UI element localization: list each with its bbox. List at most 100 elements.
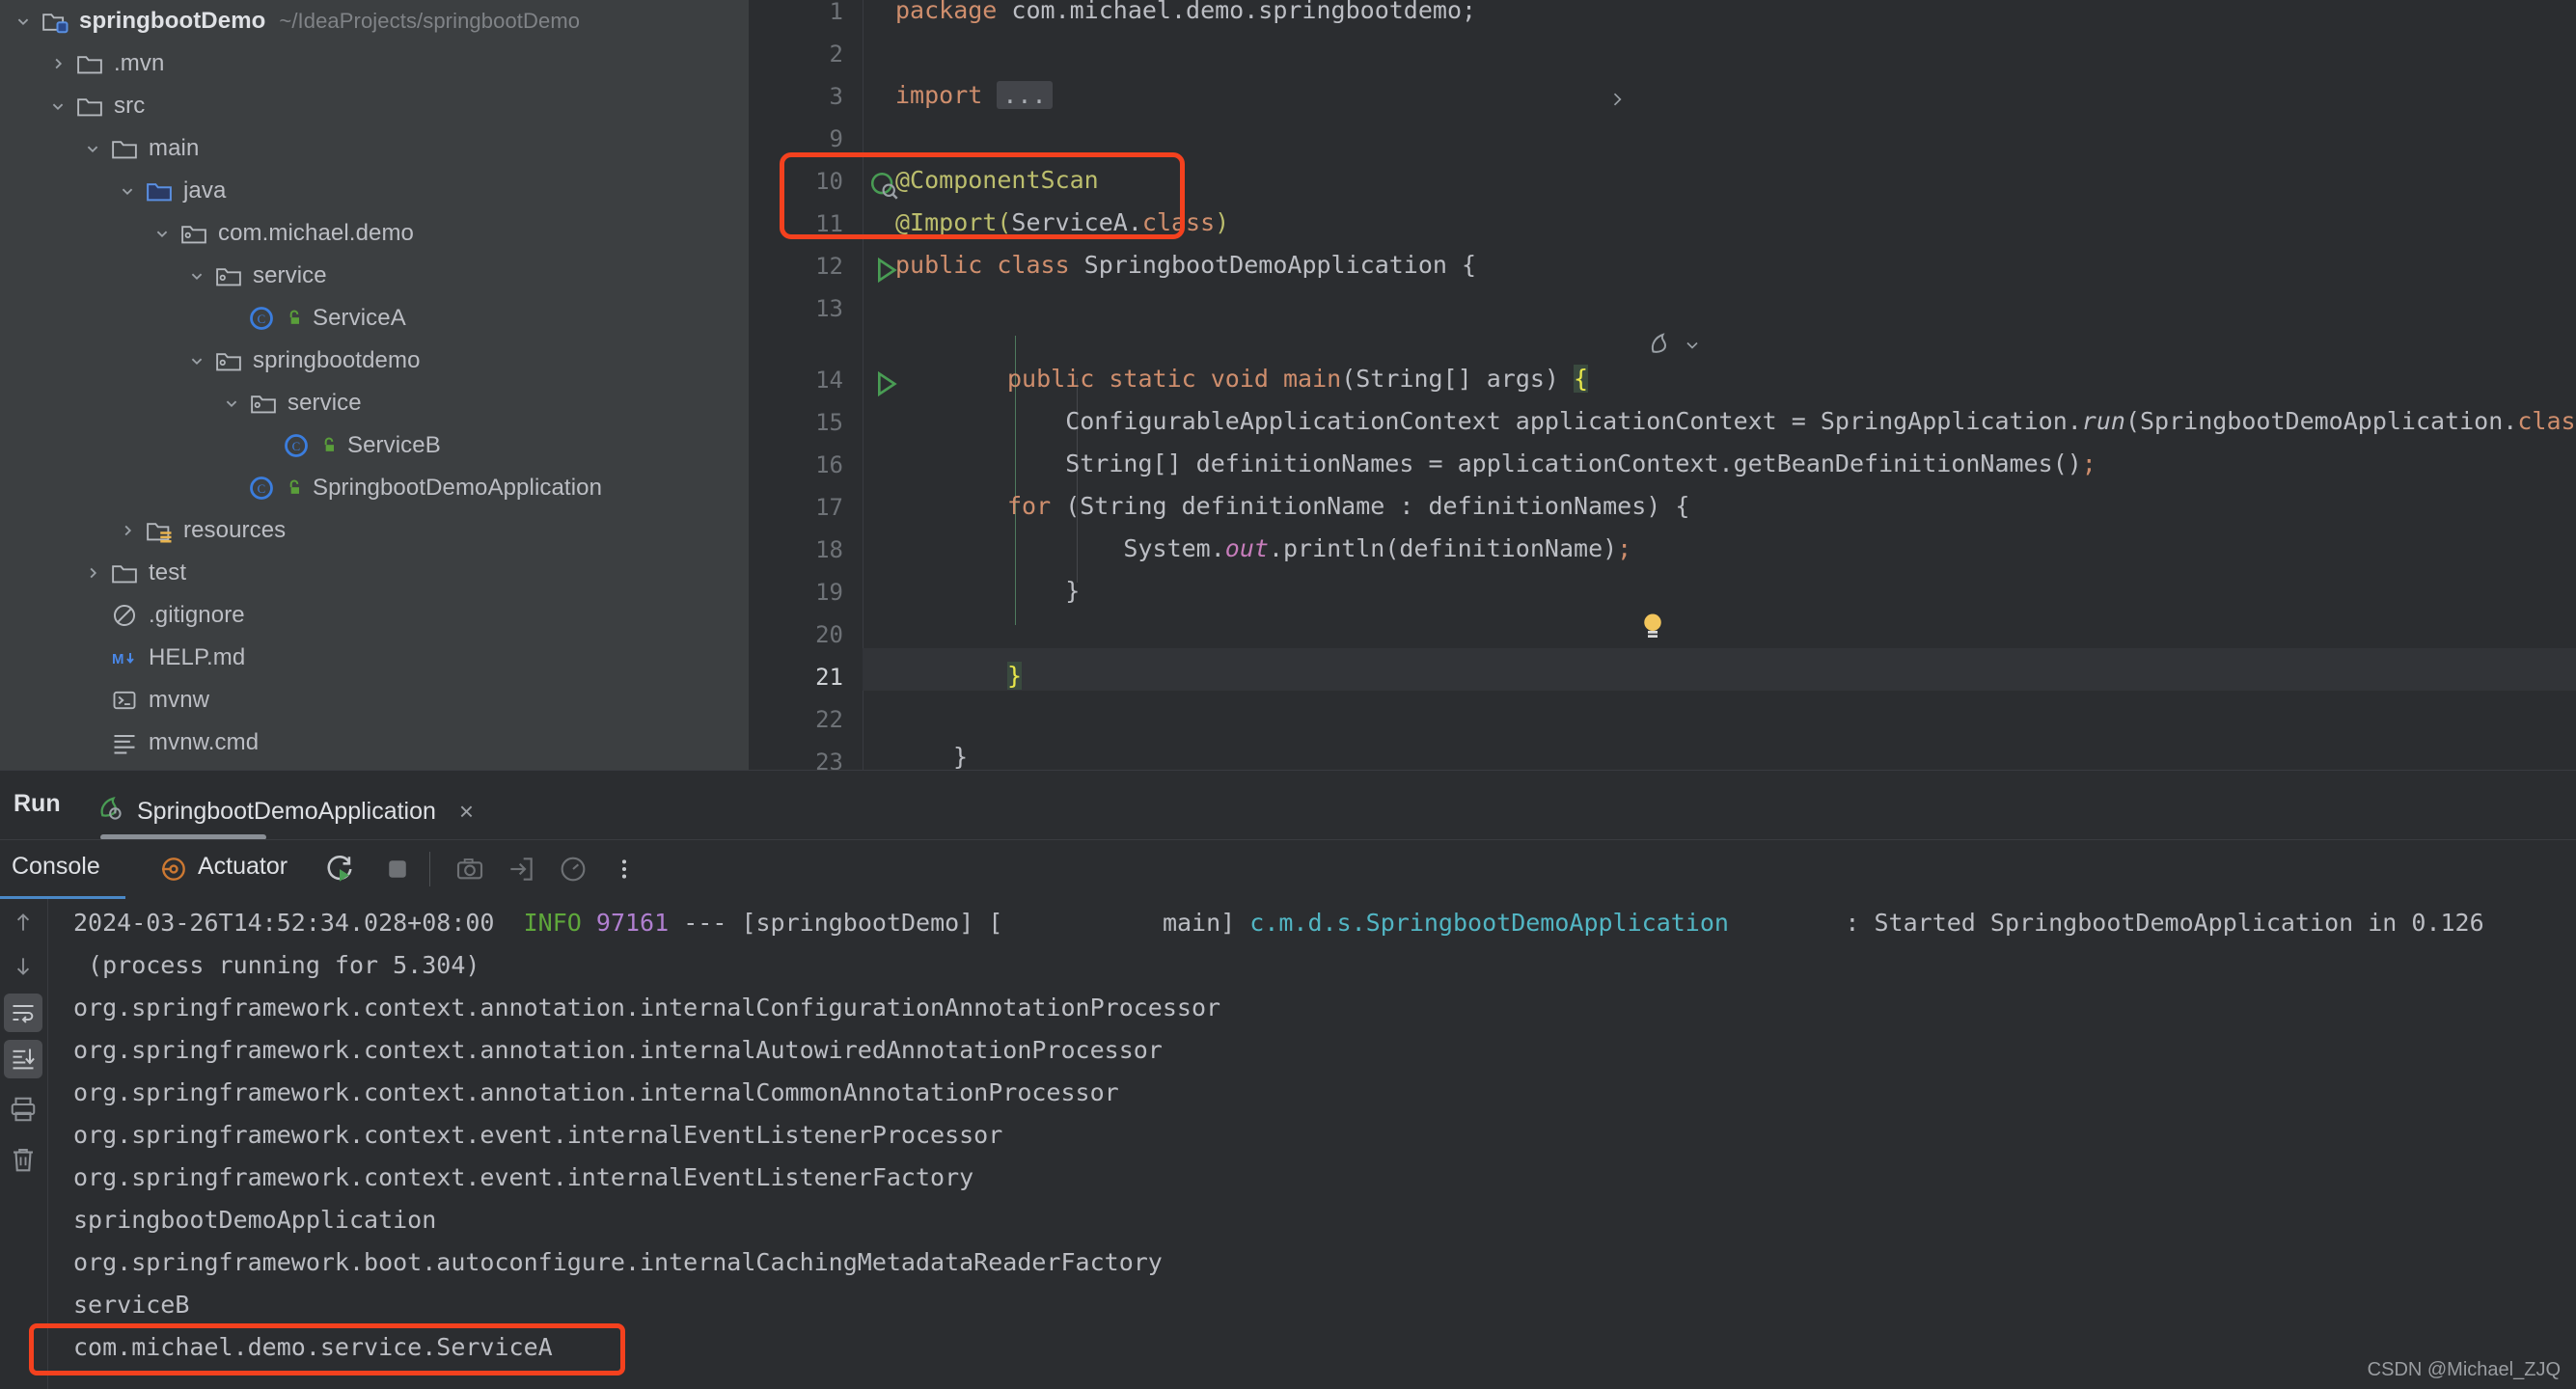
tree-item-java[interactable]: java [0,170,749,212]
code-editor[interactable]: 1 2 3 9 10 11 12 13 14 15 16 17 18 19 20… [749,0,2576,770]
tree-item-springbootdemo[interactable]: springbootDemo ~/IdeaProjects/springbootD… [0,0,749,42]
chevron-down-icon[interactable] [216,393,247,414]
tree-item-label: resources [183,517,287,543]
tree-item-main[interactable]: main [0,127,749,170]
tree-item-mvnw-cmd[interactable]: mvnw.cmd [0,722,749,764]
tree-item-resources[interactable]: resources [0,509,749,552]
method-args: (String[] args) [1341,365,1575,393]
scroll-to-end-icon[interactable] [4,1040,42,1078]
method-run: run [2081,407,2125,435]
chevron-down-icon[interactable] [1683,336,1702,355]
console-line: (process running for 5.304) [73,951,480,979]
line-number: 20 [815,621,843,648]
chevron-down-icon[interactable] [181,350,212,371]
spring-bean-gutter-icon[interactable] [1646,330,1675,359]
screenshot-icon[interactable] [449,848,491,890]
log-app: [springbootDemo] [741,909,974,937]
tree-item-serviceb[interactable]: C ServiceB [0,424,749,467]
chevron-down-icon[interactable] [8,11,39,32]
stmt-definition-names: String[] definitionNames = applicationCo… [1007,449,2082,477]
tree-item-label: com.michael.demo [218,220,415,246]
intention-bulb-icon[interactable] [1638,610,1667,642]
tree-item-springbootdemo[interactable]: springbootdemo [0,340,749,382]
spring-boot-icon [96,795,125,829]
rerun-icon[interactable] [318,848,361,890]
text-file-icon [108,729,141,756]
close-icon[interactable]: × [459,797,474,827]
tree-item-service[interactable]: service [0,382,749,424]
code-line-1: package com.michael.demo.springbootdemo; [895,0,1476,25]
tree-item-springbootdemoapplication[interactable]: C SpringbootDemoApplication [0,467,749,509]
annotation-componentscan: @ComponentScan [895,166,1099,194]
tree-item-mvnw[interactable]: mvnw [0,679,749,722]
chevron-right-icon[interactable] [42,53,73,74]
tree-item-src[interactable]: src [0,85,749,127]
package-icon [212,346,245,375]
export-to-file-icon[interactable] [500,848,542,890]
tab-actuator[interactable]: Actuator [198,853,288,881]
stmt-println: .println(definitionName) [1268,534,1618,562]
chevron-right-icon[interactable] [112,520,143,541]
closing-brace-class: } [953,743,969,770]
line-number: 1 [829,0,843,25]
run-tool-window: Run SpringbootDemoApplication × Console … [0,770,2576,1389]
java-class-icon: C [282,432,311,459]
console-divider [47,899,48,1389]
paren-close: ) [1215,208,1230,236]
chevron-down-icon[interactable] [77,138,108,159]
tree-item-servicea[interactable]: C ServiceA [0,297,749,340]
console-output[interactable]: 2024-03-26T14:52:34.028+08:00 INFO 97161… [0,899,2576,1389]
console-log-line: 2024-03-26T14:52:34.028+08:00 INFO 97161… [73,909,2484,938]
tree-item-service[interactable]: service [0,255,749,297]
tab-console[interactable]: Console [12,853,100,881]
soft-wrap-icon[interactable] [4,994,42,1032]
code-line-14: public static void main(String[] args) { [1007,365,1589,394]
code-line-18: System.out.println(definitionName); [1007,534,1631,563]
log-dashes: --- [683,909,727,937]
actuator-icon[interactable] [152,848,195,890]
current-line-highlight [863,648,2576,691]
clear-all-icon[interactable] [4,1140,42,1179]
tree-item-test[interactable]: test [0,552,749,594]
fold-expand-icon[interactable] [1607,89,1627,110]
source-root-folder-icon [143,177,176,205]
line-number: 11 [815,210,843,237]
line-number: 23 [815,749,843,770]
console-line: org.springframework.context.annotation.i… [73,994,1221,1021]
field-out: out [1224,534,1269,562]
tree-item--mvn[interactable]: .mvn [0,42,749,85]
gitignore-icon [108,602,141,629]
scroll-up-icon[interactable] [4,903,42,941]
chevron-down-icon[interactable] [112,180,143,202]
chevron-down-icon[interactable] [147,223,178,244]
folded-imports[interactable]: ... [997,81,1053,109]
for-header: (String definitionName : definitionNames… [1051,492,1690,520]
dashboard-icon[interactable] [552,848,594,890]
run-toolbar: Console Actuator [0,839,2576,900]
code-line-12: public class SpringbootDemoApplication { [895,251,1476,280]
tree-item--gitignore[interactable]: .gitignore [0,594,749,637]
more-options-icon[interactable] [603,848,645,890]
chevron-down-icon[interactable] [42,95,73,117]
console-side-toolbar [0,899,46,1389]
tree-item-label: src [114,93,146,119]
print-icon[interactable] [4,1090,42,1129]
run-main-gutter-icon[interactable] [870,368,901,399]
tree-item-com-michael-demo[interactable]: com.michael.demo [0,212,749,255]
tree-item-label: SpringbootDemoApplication [313,475,603,501]
project-tree-panel[interactable]: springbootDemo ~/IdeaProjects/springbootD… [0,0,749,770]
keyword-import: import [895,81,983,109]
run-header: Run SpringbootDemoApplication × [0,770,2576,840]
stmt-context-decl: ConfigurableApplicationContext applicati… [1007,407,2082,435]
run-tab-springbootdemoapplication[interactable]: SpringbootDemoApplication × [96,784,474,838]
package-icon [212,261,245,290]
chevron-down-icon[interactable] [181,265,212,286]
tree-item-label: mvnw [149,687,210,713]
public-lock-icon [280,477,309,499]
tree-item-help-md[interactable]: M HELP.md [0,637,749,679]
method-modifiers: public static void [1007,365,1283,393]
stop-icon[interactable] [376,848,419,890]
chevron-right-icon[interactable] [77,562,108,584]
scroll-down-icon[interactable] [4,947,42,986]
console-line: springbootDemoApplication [73,1206,437,1234]
